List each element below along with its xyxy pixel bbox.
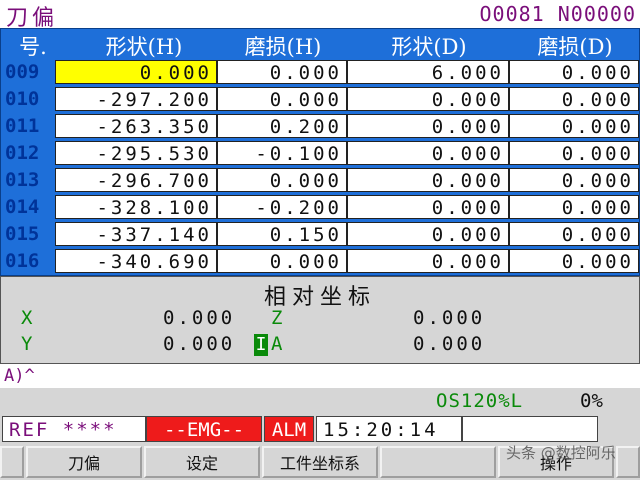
axis-x-label: X (21, 307, 33, 329)
offset-number: 011 (5, 115, 40, 137)
table-row: 012 -295.530 -0.100 0.000 0.000 (1, 140, 639, 166)
edit-cursor: I (254, 334, 268, 356)
shape-h-cell[interactable]: -337.140 (55, 222, 217, 246)
wear-d-cell[interactable]: 0.000 (509, 87, 639, 111)
table-row: 016 -340.690 0.000 0.000 0.000 (1, 248, 639, 274)
table-row: 010 -297.200 0.000 0.000 0.000 (1, 86, 639, 112)
wear-d-cell[interactable]: 0.000 (509, 60, 639, 84)
table-row: 009 0.000 0.000 6.000 0.000 (1, 59, 639, 85)
program-number: O0081 N00000 (479, 2, 636, 26)
axis-a-value: 0.000 (413, 333, 486, 355)
softkey-offset[interactable]: 刀偏 (26, 446, 142, 478)
wear-d-cell[interactable]: 0.000 (509, 222, 639, 246)
wear-h-cell[interactable]: -0.100 (217, 141, 347, 165)
shape-d-cell[interactable]: 0.000 (347, 114, 509, 138)
offset-number: 012 (5, 142, 40, 164)
load-percent: 0% (580, 390, 603, 412)
watermark: 头条 @数控阿乐 (506, 444, 616, 462)
wear-h-cell[interactable]: 0.150 (217, 222, 347, 246)
header-shape-d: 形状(D) (391, 35, 467, 59)
offset-number: 015 (5, 223, 40, 245)
axis-z-value: 0.000 (413, 307, 486, 329)
softkey-blank[interactable] (380, 446, 496, 478)
axis-y-label: Y (21, 333, 33, 355)
relative-coordinates-title: 相对坐标 (263, 285, 376, 310)
shape-d-cell[interactable]: 0.000 (347, 168, 509, 192)
shape-d-cell[interactable]: 0.000 (347, 195, 509, 219)
table-row: 014 -328.100 -0.200 0.000 0.000 (1, 194, 639, 220)
wear-h-cell[interactable]: -0.200 (217, 195, 347, 219)
mode-status: REF **** (2, 416, 146, 442)
shape-h-cell[interactable]: 0.000 (55, 60, 217, 84)
header-wear-h: 磨损(H) (244, 35, 322, 59)
offset-number: 009 (5, 61, 40, 83)
softkey-left-arrow[interactable] (0, 446, 24, 478)
shape-h-cell[interactable]: -263.350 (55, 114, 217, 138)
emergency-status: --EMG-- (146, 416, 262, 442)
status-blank (462, 416, 598, 442)
wear-h-cell[interactable]: 0.000 (217, 60, 347, 84)
override-status: OS120%L (436, 390, 524, 412)
shape-d-cell[interactable]: 0.000 (347, 141, 509, 165)
table-row: 013 -296.700 0.000 0.000 0.000 (1, 167, 639, 193)
shape-h-cell[interactable]: -296.700 (55, 168, 217, 192)
shape-h-cell[interactable]: -340.690 (55, 249, 217, 273)
shape-d-cell[interactable]: 0.000 (347, 87, 509, 111)
table-row: 011 -263.350 0.200 0.000 0.000 (1, 113, 639, 139)
softkey-right-arrow[interactable] (616, 446, 640, 478)
shape-d-cell[interactable]: 0.000 (347, 222, 509, 246)
offset-number: 013 (5, 169, 40, 191)
header-wear-d: 磨损(D) (537, 35, 613, 59)
offset-table: 号. 形状(H) 磨损(H) 形状(D) 磨损(D) 009 0.000 0.0… (0, 28, 640, 276)
axis-y-value: 0.000 (163, 333, 236, 355)
offset-number: 016 (5, 250, 40, 272)
header-no: 号. (19, 35, 47, 59)
axis-a-label: A (271, 333, 283, 355)
shape-h-cell[interactable]: -328.100 (55, 195, 217, 219)
shape-d-cell[interactable]: 0.000 (347, 249, 509, 273)
shape-d-cell[interactable]: 6.000 (347, 60, 509, 84)
key-input-buffer[interactable]: A)^ (4, 366, 35, 386)
wear-h-cell[interactable]: 0.000 (217, 87, 347, 111)
wear-d-cell[interactable]: 0.000 (509, 141, 639, 165)
relative-coordinates-panel: 相对坐标 X 0.000 Z 0.000 Y 0.000 I A 0.000 (0, 276, 640, 364)
table-row: 015 -337.140 0.150 0.000 0.000 (1, 221, 639, 247)
axis-x-value: 0.000 (163, 307, 236, 329)
clock: 15:20:14 (316, 416, 462, 442)
softkey-work-coordinate[interactable]: 工件坐标系 (262, 446, 378, 478)
title-bar: 刀偏 O0081 N00000 (0, 0, 640, 31)
alarm-status: ALM (264, 416, 314, 442)
header-shape-h: 形状(H) (105, 35, 183, 59)
wear-d-cell[interactable]: 0.000 (509, 168, 639, 192)
shape-h-cell[interactable]: -295.530 (55, 141, 217, 165)
wear-h-cell[interactable]: 0.200 (217, 114, 347, 138)
wear-h-cell[interactable]: 0.000 (217, 249, 347, 273)
offset-number: 014 (5, 196, 40, 218)
offset-number: 010 (5, 88, 40, 110)
wear-d-cell[interactable]: 0.000 (509, 249, 639, 273)
softkey-setting[interactable]: 设定 (144, 446, 260, 478)
wear-h-cell[interactable]: 0.000 (217, 168, 347, 192)
wear-d-cell[interactable]: 0.000 (509, 114, 639, 138)
axis-z-label: Z (271, 307, 283, 329)
wear-d-cell[interactable]: 0.000 (509, 195, 639, 219)
shape-h-cell[interactable]: -297.200 (55, 87, 217, 111)
status-bar: REF **** --EMG-- ALM 15:20:14 (0, 414, 640, 444)
